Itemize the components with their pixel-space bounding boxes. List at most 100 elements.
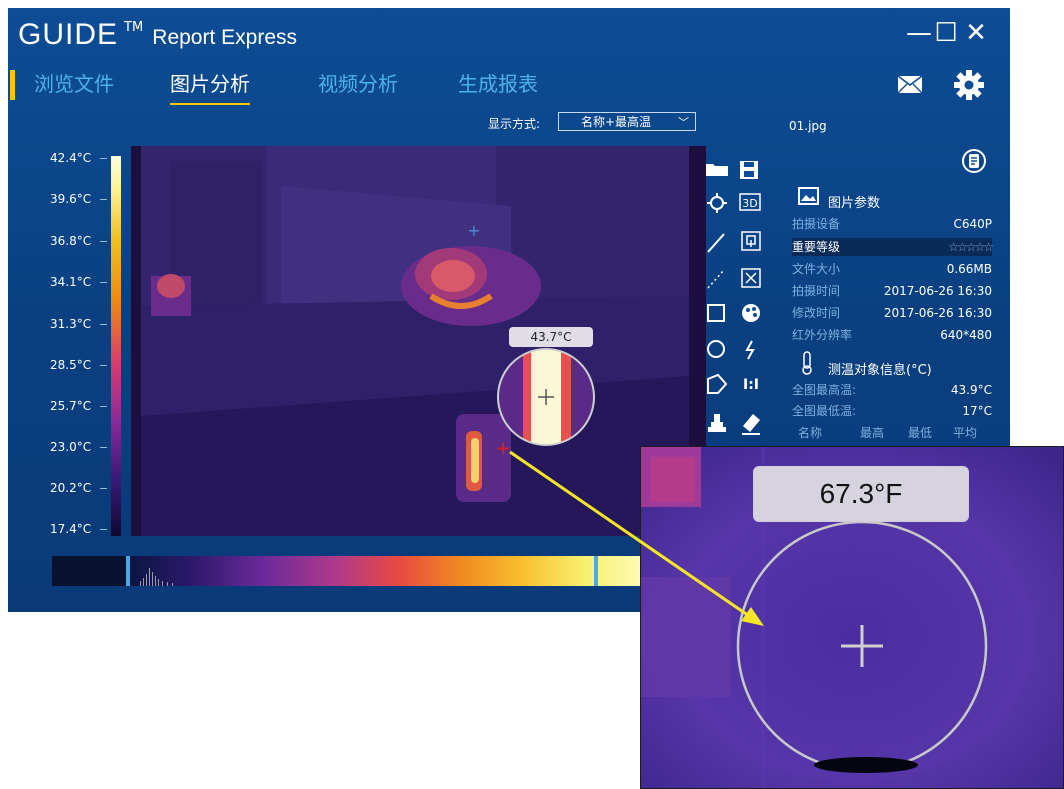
close-button[interactable]: ✕: [964, 20, 988, 46]
color-bar: [111, 156, 121, 536]
param-row: 重要等级 ☆☆☆☆☆: [792, 238, 994, 256]
param-row: 修改时间 2017-06-26 16:30: [792, 304, 992, 322]
param-key: 拍摄时间: [792, 284, 841, 298]
param-value: C640P: [953, 217, 992, 231]
measure-row: 全图最低温: 17°C: [792, 402, 992, 420]
svg-text:+: +: [467, 221, 480, 240]
main-nav: 浏览文件 图片分析 视频分析 生成报表: [8, 66, 1010, 106]
scale-tick: [100, 241, 107, 242]
eraser-icon: [742, 414, 760, 435]
param-key: 拍摄设备: [792, 217, 841, 231]
trademark: TM: [124, 20, 144, 35]
param-row: 拍摄时间 2017-06-26 16:30: [792, 282, 992, 300]
rating-stars[interactable]: ☆☆☆☆☆: [948, 238, 994, 256]
spot-icon: [707, 193, 727, 213]
thermometer-icon: [802, 351, 812, 375]
display-mode-select[interactable]: 名称+最高温 ﹀: [558, 112, 696, 131]
nav-browse-files[interactable]: 浏览文件: [34, 68, 114, 97]
thermal-image[interactable]: + + 43.7°C: [131, 146, 706, 536]
param-row: 文件大小 0.66MB: [792, 260, 992, 278]
scale-tick: [100, 406, 107, 407]
nav-video-analysis[interactable]: 视频分析: [318, 68, 398, 97]
gear-icon[interactable]: [952, 68, 986, 102]
measure-key: 全图最高温:: [792, 383, 857, 397]
scale-tick: [100, 529, 107, 530]
scale-label: 42.4°C: [50, 151, 92, 165]
chevron-down-icon: ﹀: [678, 116, 689, 129]
spot-reading: 43.7°C: [530, 330, 571, 344]
scale-tick: [100, 199, 107, 200]
param-row: 拍摄设备 C640P: [792, 215, 992, 233]
magnified-view: 67.3°F: [640, 446, 1064, 789]
nav-image-analysis[interactable]: 图片分析: [170, 68, 250, 105]
scale-label: 23.0°C: [50, 440, 92, 454]
copy-icon: [741, 231, 761, 251]
scale-label: 20.2°C: [50, 481, 92, 495]
display-mode-value: 名称+最高温: [581, 115, 652, 129]
param-value: 0.66MB: [946, 262, 992, 276]
3d-icon: 3D: [739, 193, 761, 211]
scale-tick: [100, 447, 107, 448]
magnified-reading: 67.3°F: [753, 466, 969, 522]
scale-label: 28.5°C: [50, 358, 92, 372]
range-handle-low: [126, 556, 130, 586]
range-handle-high: [594, 556, 598, 586]
measure-value: 17°C: [962, 404, 992, 418]
minimize-button[interactable]: —: [906, 20, 932, 46]
app-title: GUIDE TM Report Express: [18, 18, 297, 52]
ratio-icon: I:I: [743, 377, 759, 393]
column-header: 最低: [908, 426, 933, 440]
scale-tick: [100, 282, 107, 283]
scale-tick: [100, 158, 107, 159]
line-icon: [707, 233, 725, 253]
param-value: 640*480: [940, 328, 992, 342]
histogram-overlay: [52, 556, 598, 586]
stamp-icon: [708, 414, 726, 432]
scale-label: 17.4°C: [50, 522, 92, 536]
measure-value: 43.9°C: [950, 383, 992, 397]
histogram-bar[interactable]: [52, 556, 672, 586]
polygon-icon: [707, 373, 728, 394]
param-key: 重要等级: [792, 240, 841, 254]
scale-label: 31.3°C: [50, 317, 92, 331]
measure-row: 全图最高温: 43.9°C: [792, 381, 992, 399]
param-key: 红外分辨率: [792, 328, 853, 342]
param-key: 文件大小: [792, 262, 841, 276]
column-header: 平均: [953, 426, 978, 440]
scale-label: 39.6°C: [50, 192, 92, 206]
mail-icon[interactable]: [898, 76, 922, 93]
brand-name: GUIDE: [18, 18, 119, 51]
scale-label: 34.1°C: [50, 275, 92, 289]
param-row: 红外分辨率 640*480: [792, 326, 992, 344]
open-folder-icon: [706, 164, 728, 176]
scale-label: 36.8°C: [50, 234, 92, 248]
analysis-toolbar: 3D I:I: [698, 148, 778, 482]
measure-key: 全图最低温:: [792, 404, 857, 418]
toolbar-icons: 3D I:I: [706, 161, 761, 435]
param-key: 修改时间: [792, 306, 841, 320]
polyline-icon: [707, 269, 725, 289]
measure-title: 测温对象信息(°C): [828, 363, 932, 378]
product-name: Report Express: [152, 26, 298, 49]
list-icon[interactable]: [961, 148, 987, 174]
thermal-scene: + + 43.7°C: [131, 146, 706, 536]
scale-tick: [100, 324, 107, 325]
circle-icon: [707, 340, 725, 358]
palette-icon: [742, 304, 760, 322]
scale-label: 25.7°C: [50, 399, 92, 413]
scale-tick: [100, 488, 107, 489]
image-params-title: 图片参数: [828, 196, 881, 211]
file-name: 01.jpg: [789, 119, 827, 133]
maximize-button[interactable]: ☐: [934, 20, 958, 46]
scale-tick: [100, 365, 107, 366]
column-header: 最高: [860, 426, 885, 440]
svg-text:3D: 3D: [742, 197, 757, 210]
rectangle-icon: [707, 304, 725, 322]
lightning-icon: [745, 340, 755, 360]
column-header: 名称: [798, 426, 823, 440]
nav-indicator: [10, 70, 15, 100]
image-icon: [798, 187, 819, 205]
nav-generate-report[interactable]: 生成报表: [458, 68, 538, 97]
param-value: 2017-06-26 16:30: [883, 284, 992, 298]
close-box-icon: [741, 268, 761, 288]
